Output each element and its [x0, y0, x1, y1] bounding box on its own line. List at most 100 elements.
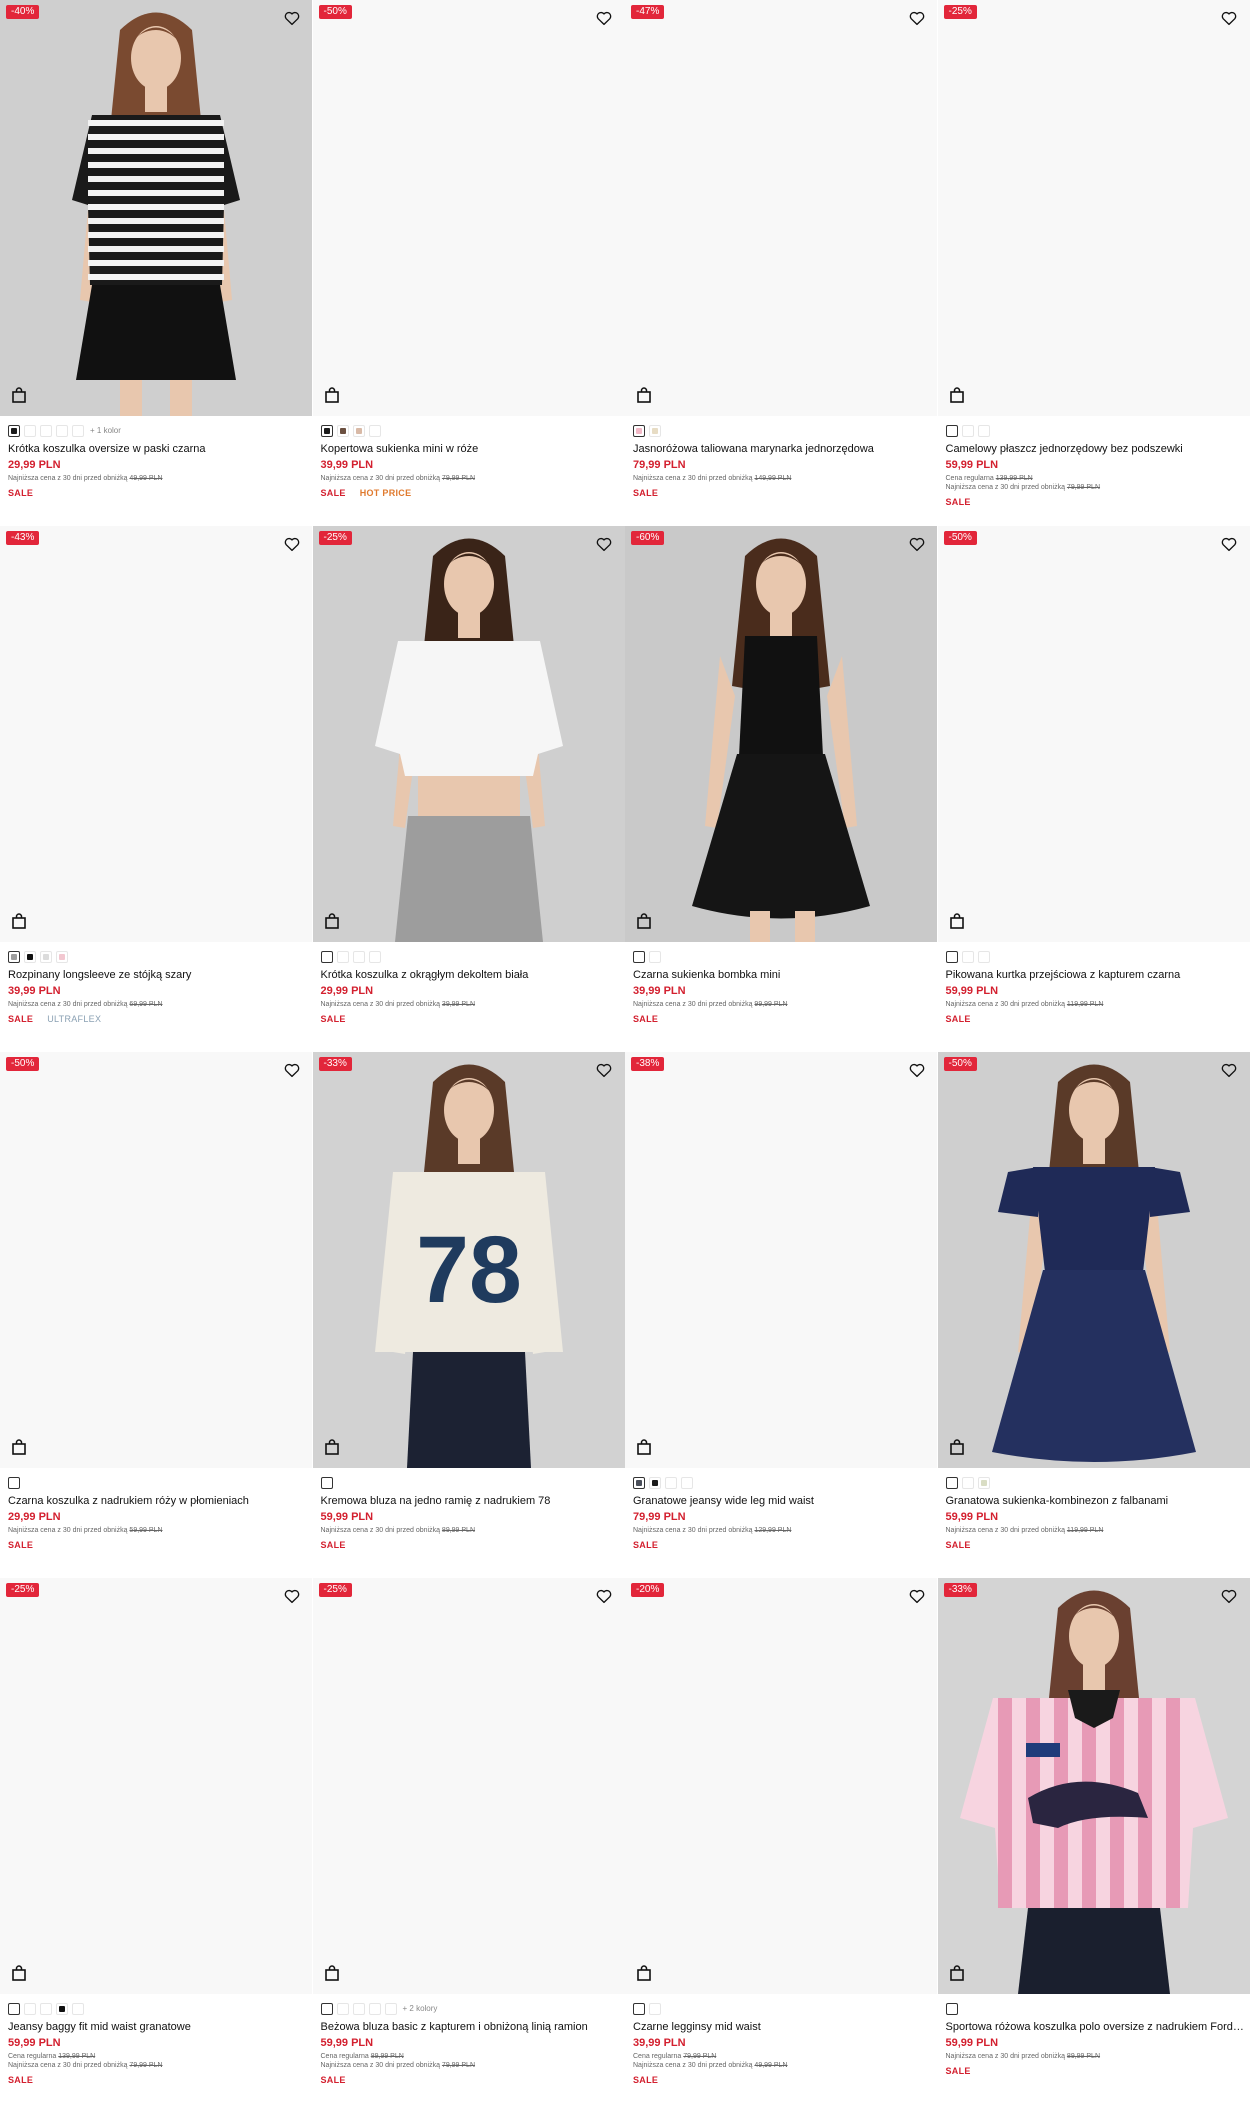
product-title[interactable]: Kopertowa sukienka mini w róże	[321, 442, 621, 456]
product-title[interactable]: Krótka koszulka oversize w paski czarna	[8, 442, 308, 456]
shopping-bag-icon[interactable]	[11, 1964, 27, 1982]
heart-icon[interactable]	[908, 1061, 926, 1079]
shopping-bag-icon[interactable]	[324, 912, 340, 930]
color-swatch[interactable]	[40, 2002, 52, 2015]
color-swatch[interactable]	[8, 950, 20, 963]
product-title[interactable]: Czarna koszulka z nadrukiem róży w płomi…	[8, 1494, 308, 1508]
product-card[interactable]: -40% + 1 kolor Krótka koszulka oversize w …	[0, 0, 313, 526]
shopping-bag-icon[interactable]	[949, 912, 965, 930]
color-swatch[interactable]	[72, 424, 84, 437]
color-swatch[interactable]	[633, 1476, 645, 1489]
heart-icon[interactable]	[283, 535, 301, 553]
color-swatch[interactable]	[336, 950, 349, 963]
color-swatch[interactable]	[945, 1476, 958, 1489]
color-swatch[interactable]	[945, 950, 958, 963]
product-card[interactable]: -25% Camelowy płaszcz jednorzędowy bez po…	[937, 0, 1250, 526]
product-card[interactable]: 78 -33% Kremowa bluza na jedno ramię z nad…	[312, 1052, 626, 1578]
color-swatch[interactable]	[320, 1476, 333, 1489]
color-swatch[interactable]	[633, 424, 645, 437]
color-swatch[interactable]	[336, 2002, 349, 2015]
product-image[interactable]: 78	[312, 1052, 625, 1468]
product-card[interactable]: -50% Granatowa sukienka-kombinezon z falb…	[937, 1052, 1250, 1578]
product-image[interactable]	[625, 526, 937, 942]
color-swatch[interactable]	[384, 2002, 397, 2015]
product-title[interactable]: Czarna sukienka bombka mini	[633, 968, 933, 982]
product-card[interactable]: -20% Czarne legginsy mid waist 39,99 PLN Ce…	[625, 1578, 938, 2104]
color-swatch[interactable]	[320, 950, 333, 963]
product-card[interactable]: -33% Sportowa różowa koszulka polo oversi…	[937, 1578, 1250, 2104]
color-swatch[interactable]	[72, 2002, 84, 2015]
color-swatch[interactable]	[368, 2002, 381, 2015]
shopping-bag-icon[interactable]	[636, 912, 652, 930]
color-swatch[interactable]	[320, 2002, 333, 2015]
heart-icon[interactable]	[595, 9, 613, 27]
shopping-bag-icon[interactable]	[636, 386, 652, 404]
color-swatch[interactable]	[24, 2002, 36, 2015]
color-swatch[interactable]	[8, 424, 20, 437]
product-image[interactable]	[937, 1052, 1250, 1468]
product-image[interactable]	[0, 526, 312, 942]
product-title[interactable]: Rozpinany longsleeve ze stójką szary	[8, 968, 308, 982]
color-swatch[interactable]	[24, 950, 36, 963]
color-swatch[interactable]	[665, 1476, 677, 1489]
heart-icon[interactable]	[283, 1061, 301, 1079]
product-title[interactable]: Camelowy płaszcz jednorzędowy bez podsze…	[946, 442, 1246, 456]
heart-icon[interactable]	[908, 535, 926, 553]
heart-icon[interactable]	[1220, 1061, 1238, 1079]
color-swatch[interactable]	[336, 424, 349, 437]
heart-icon[interactable]	[908, 1587, 926, 1605]
product-card[interactable]: -50% Czarna koszulka z nadrukiem róży w p…	[0, 1052, 313, 1578]
product-title[interactable]: Kremowa bluza na jedno ramię z nadrukiem…	[321, 1494, 621, 1508]
color-swatch[interactable]	[24, 424, 36, 437]
color-swatch[interactable]	[40, 950, 52, 963]
product-card[interactable]: -25% + 2 kolory Beżowa bluza basic z kaptu…	[312, 1578, 626, 2104]
product-image[interactable]	[625, 1052, 937, 1468]
product-image[interactable]	[625, 0, 937, 416]
product-card[interactable]: -50% Pikowana kurtka przejściowa z kaptur…	[937, 526, 1250, 1052]
product-title[interactable]: Krótka koszulka z okrągłym dekoltem biał…	[321, 968, 621, 982]
heart-icon[interactable]	[595, 535, 613, 553]
color-swatch[interactable]	[633, 950, 645, 963]
color-swatch[interactable]	[977, 1476, 990, 1489]
color-swatch[interactable]	[977, 424, 990, 437]
color-swatch[interactable]	[56, 950, 68, 963]
color-swatch[interactable]	[56, 424, 68, 437]
product-title[interactable]: Jeansy baggy fit mid waist granatowe	[8, 2020, 308, 2034]
product-card[interactable]: -43% Rozpinany longsleeve ze stójką szary…	[0, 526, 313, 1052]
product-image[interactable]	[312, 0, 625, 416]
product-image[interactable]	[312, 526, 625, 942]
product-image[interactable]	[0, 1578, 312, 1994]
product-image[interactable]	[0, 0, 312, 416]
shopping-bag-icon[interactable]	[324, 1964, 340, 1982]
color-swatch[interactable]	[961, 950, 974, 963]
heart-icon[interactable]	[908, 9, 926, 27]
color-swatch[interactable]	[352, 950, 365, 963]
product-title[interactable]: Granatowa sukienka-kombinezon z falbanam…	[946, 1494, 1246, 1508]
product-card[interactable]: -47% Jasnoróżowa taliowana marynarka jedn…	[625, 0, 938, 526]
heart-icon[interactable]	[595, 1061, 613, 1079]
product-image[interactable]	[937, 526, 1250, 942]
color-swatch[interactable]	[977, 950, 990, 963]
color-swatch[interactable]	[320, 424, 333, 437]
color-swatch[interactable]	[368, 424, 381, 437]
color-swatch[interactable]	[961, 1476, 974, 1489]
product-card[interactable]: -60% Czarna sukienka bombka mini 39,99 PLN…	[625, 526, 938, 1052]
color-swatch[interactable]	[56, 2002, 68, 2015]
product-image[interactable]	[625, 1578, 937, 1994]
color-swatch[interactable]	[649, 424, 661, 437]
heart-icon[interactable]	[595, 1587, 613, 1605]
product-card[interactable]: -50% Kopertowa sukienka mini w róże 39,99 …	[312, 0, 626, 526]
color-swatch[interactable]	[649, 950, 661, 963]
heart-icon[interactable]	[283, 1587, 301, 1605]
shopping-bag-icon[interactable]	[949, 1438, 965, 1456]
product-card[interactable]: -25% Jeansy baggy fit mid waist granatowe…	[0, 1578, 313, 2104]
shopping-bag-icon[interactable]	[324, 386, 340, 404]
product-title[interactable]: Granatowe jeansy wide leg mid waist	[633, 1494, 933, 1508]
heart-icon[interactable]	[283, 9, 301, 27]
color-swatch[interactable]	[368, 950, 381, 963]
product-image[interactable]	[937, 1578, 1250, 1994]
heart-icon[interactable]	[1220, 9, 1238, 27]
color-swatch[interactable]	[649, 1476, 661, 1489]
color-swatch[interactable]	[633, 2002, 645, 2015]
more-colors-label[interactable]: + 2 kolory	[403, 2004, 438, 2013]
